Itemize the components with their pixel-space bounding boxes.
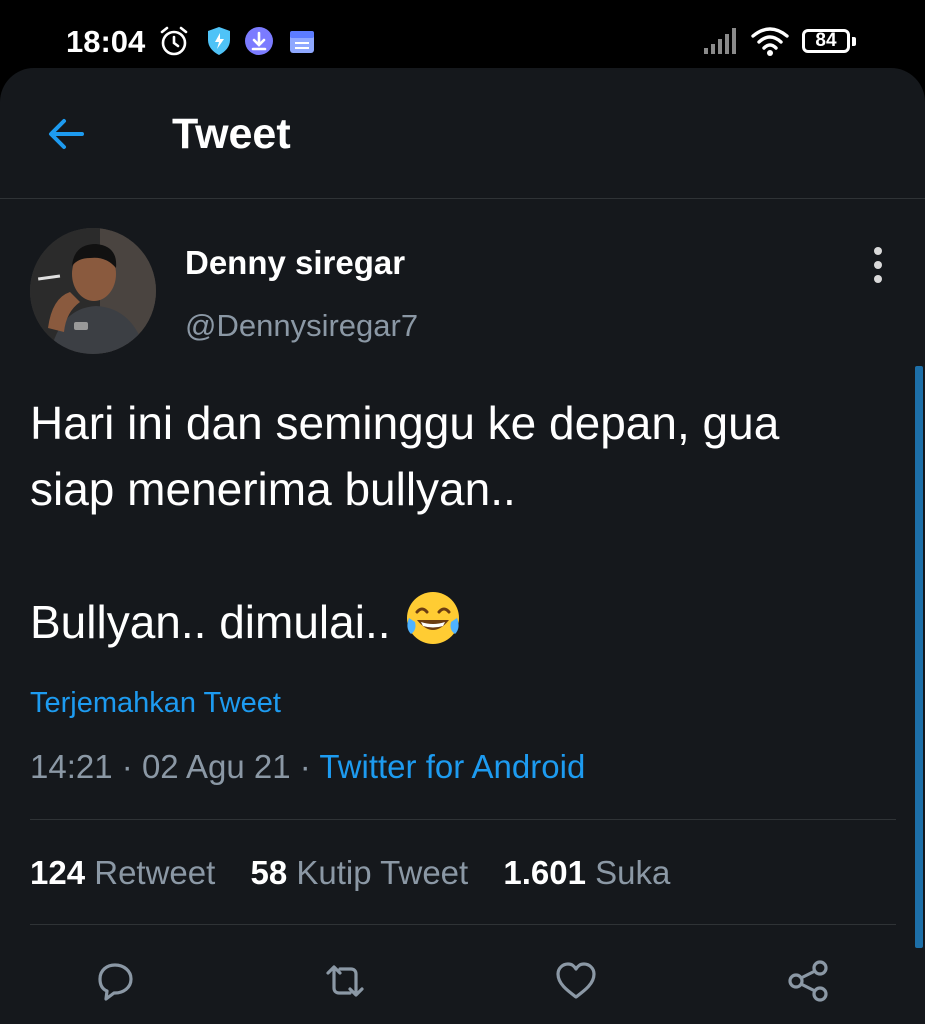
- share-icon[interactable]: [785, 958, 831, 1004]
- tweet-screen: Tweet Denny siregar @Dennysiregar7 Hari …: [0, 68, 925, 1024]
- more-options-icon[interactable]: [858, 243, 898, 287]
- tweet-stats: 124 Retweet 58 Kutip Tweet 1.601 Suka: [30, 854, 696, 892]
- tweet-time: 14:21: [30, 748, 113, 785]
- tweet-text: Hari ini dan seminggu ke depan, gua siap…: [30, 390, 900, 655]
- retweet-icon[interactable]: [322, 958, 368, 1004]
- wifi-icon: [751, 27, 789, 56]
- tweet-text-line: Hari ini dan seminggu ke depan, gua: [30, 397, 780, 449]
- quotes-count: 58: [250, 854, 288, 891]
- likes-stat[interactable]: 1.601 Suka: [503, 854, 670, 891]
- retweets-stat[interactable]: 124 Retweet: [30, 854, 215, 891]
- battery-level: 84: [815, 30, 837, 51]
- tweet-meta: 14:21 · 02 Agu 21 · Twitter for Android: [30, 748, 585, 786]
- translate-tweet-link[interactable]: Terjemahkan Tweet: [30, 687, 281, 720]
- tweet-text-line: siap menerima bullyan..: [30, 463, 516, 515]
- quotes-label: Kutip Tweet: [296, 854, 469, 891]
- divider: [30, 819, 896, 820]
- shield-icon: [208, 27, 230, 55]
- tweet-source-link[interactable]: Twitter for Android: [319, 748, 585, 785]
- quotes-stat[interactable]: 58 Kutip Tweet: [250, 854, 468, 891]
- signal-icon: [704, 28, 736, 54]
- likes-count: 1.601: [503, 854, 586, 891]
- scrollbar[interactable]: [915, 366, 923, 948]
- retweets-label: Retweet: [94, 854, 216, 891]
- page-title: Tweet: [172, 110, 291, 158]
- battery-icon: 84: [802, 29, 856, 53]
- author-handle[interactable]: @Dennysiregar7: [185, 308, 418, 344]
- top-app-bar: Tweet: [0, 68, 925, 199]
- status-time: 18:04: [66, 24, 146, 59]
- face-with-tears-of-joy-emoji: [406, 592, 459, 644]
- reply-icon[interactable]: [92, 958, 138, 1004]
- back-arrow-icon[interactable]: [42, 110, 90, 158]
- avatar[interactable]: [30, 228, 156, 354]
- divider: [30, 924, 896, 925]
- author-name[interactable]: Denny siregar: [185, 244, 405, 282]
- retweets-count: 124: [30, 854, 86, 891]
- alarm-icon: [160, 26, 188, 56]
- meta-separator: ·: [121, 748, 133, 785]
- status-bar: 18:04 84: [0, 0, 925, 70]
- tweet-text-line-content: Bullyan.. dimulai..: [30, 596, 391, 648]
- tweet-date: 02 Agu 21: [141, 748, 291, 785]
- like-icon[interactable]: [553, 958, 599, 1004]
- likes-label: Suka: [595, 854, 671, 891]
- tweet-text-line: Bullyan.. dimulai..: [30, 588, 900, 655]
- download-icon: [245, 27, 273, 55]
- calendar-icon: [290, 31, 314, 53]
- meta-separator: ·: [299, 748, 311, 785]
